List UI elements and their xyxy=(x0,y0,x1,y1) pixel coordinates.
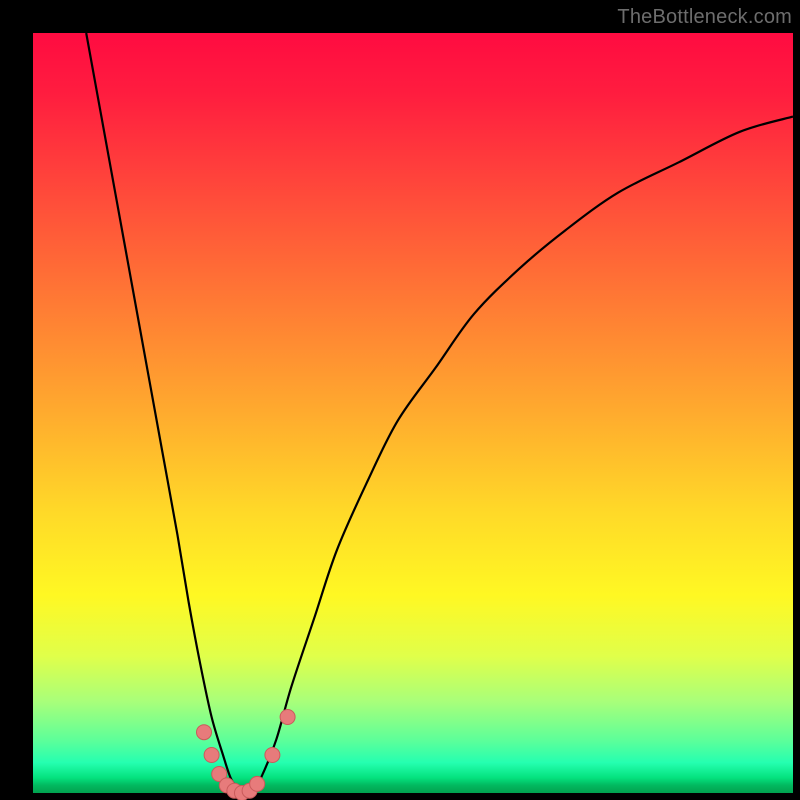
curve-marker xyxy=(265,748,280,763)
plot-area xyxy=(33,33,793,793)
curve-marker xyxy=(197,725,212,740)
curve-svg xyxy=(33,33,793,793)
curve-marker xyxy=(250,776,265,791)
curve-marker xyxy=(204,748,219,763)
curve-marker xyxy=(280,710,295,725)
bottleneck-curve xyxy=(86,33,793,793)
chart-frame: TheBottleneck.com xyxy=(0,0,800,800)
watermark-text: TheBottleneck.com xyxy=(617,6,792,29)
